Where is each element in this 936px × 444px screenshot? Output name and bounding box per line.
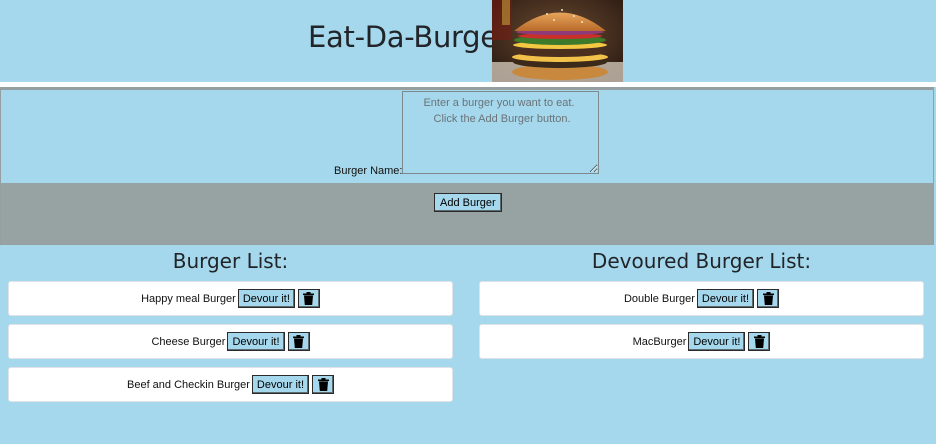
header: Eat-Da-Burger!: [0, 0, 936, 82]
burger-name: Beef and Checkin Burger: [127, 378, 250, 391]
devoured-list-item: MacBurger Devour it!: [479, 324, 924, 359]
devoured-list-title: Devoured Burger List:: [591, 249, 812, 273]
add-burger-form: Burger Name: Add Burger: [0, 87, 934, 245]
devour-button[interactable]: Devour it!: [696, 289, 754, 308]
burger-list: Happy meal Burger Devour it! Cheese Burg…: [8, 281, 453, 402]
devour-button[interactable]: Devour it!: [227, 332, 285, 351]
burger-name-label: Burger Name:: [334, 165, 403, 177]
trash-icon: [762, 292, 774, 305]
devoured-list-column: Devoured Burger List: Double Burger Devo…: [479, 248, 924, 367]
burger-list-column: Burger List: Happy meal Burger Devour it…: [8, 248, 453, 410]
form-input-row: Burger Name:: [1, 90, 933, 183]
add-burger-button[interactable]: Add Burger: [434, 193, 502, 212]
burger-name: Cheese Burger: [151, 335, 226, 348]
burger-name: Double Burger: [623, 292, 695, 305]
devour-button[interactable]: Devour it!: [688, 332, 746, 351]
trash-icon: [293, 335, 305, 348]
burger-name: Happy meal Burger: [141, 292, 236, 305]
burger-name-input[interactable]: [402, 91, 599, 174]
form-submit-row: Add Burger: [1, 183, 933, 244]
burger-list-item: Cheese Burger Devour it!: [8, 324, 453, 359]
trash-icon: [753, 335, 765, 348]
delete-button[interactable]: [287, 332, 310, 351]
page-title: Eat-Da-Burger!: [308, 20, 521, 54]
devoured-list-item: Double Burger Devour it!: [479, 281, 924, 316]
burger-list-item: Beef and Checkin Burger Devour it!: [8, 367, 453, 402]
devour-button[interactable]: Devour it!: [237, 289, 295, 308]
delete-button[interactable]: [312, 375, 334, 394]
delete-button[interactable]: [757, 289, 779, 308]
delete-button[interactable]: [748, 332, 771, 351]
burger-list-title: Burger List:: [172, 249, 289, 273]
burger-name: MacBurger: [632, 335, 687, 348]
burger-image: [492, 0, 623, 82]
devoured-list: Double Burger Devour it! MacBurger Devou…: [479, 281, 924, 359]
trash-icon: [317, 378, 329, 391]
devour-button[interactable]: Devour it!: [251, 375, 309, 394]
delete-button[interactable]: [297, 289, 320, 308]
burger-list-item: Happy meal Burger Devour it!: [8, 281, 453, 316]
trash-icon: [303, 292, 315, 305]
